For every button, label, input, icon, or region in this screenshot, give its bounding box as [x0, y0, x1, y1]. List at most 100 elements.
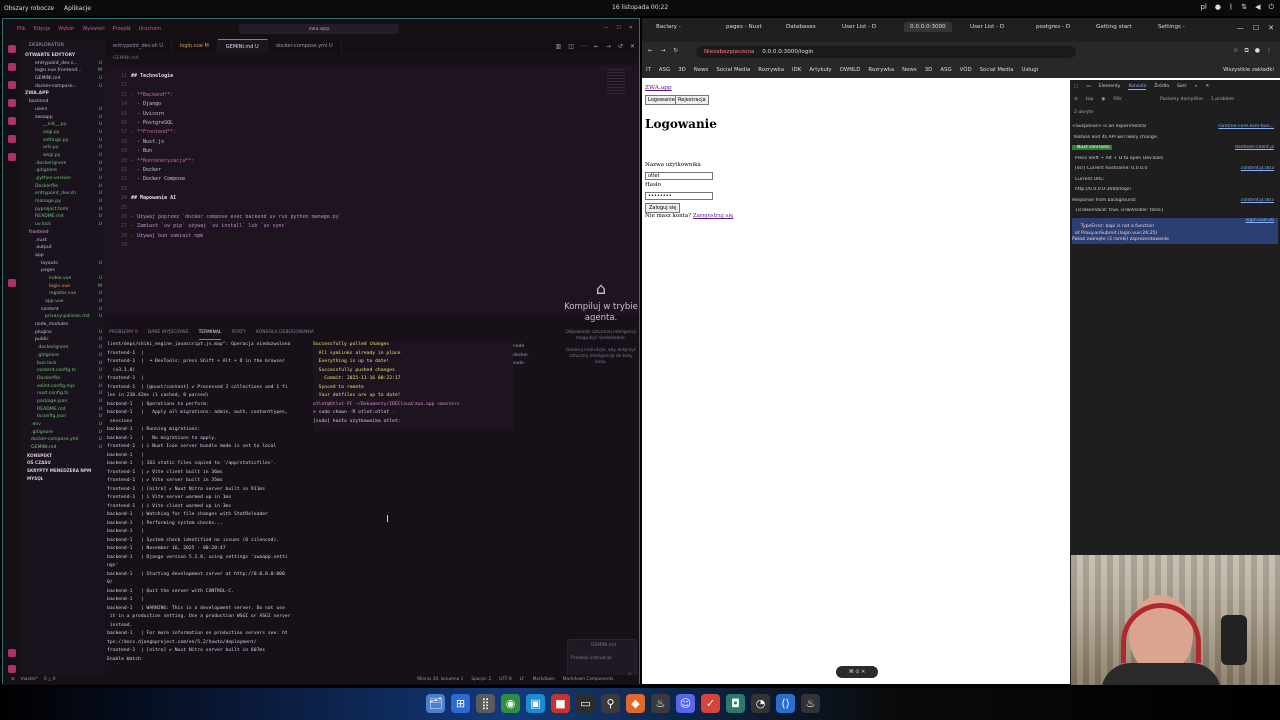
keyboard-layout-icon[interactable]: pl: [1200, 3, 1206, 12]
back-icon[interactable]: ←: [594, 43, 599, 50]
nav-register-button[interactable]: Rejestracja: [675, 95, 709, 105]
issues-count[interactable]: 1 problem: [1211, 97, 1234, 102]
todo-icon[interactable]: ✓: [701, 694, 720, 713]
code-editor[interactable]: 11 ## Technologie 12 13 - **Backend**: 14 - D…: [105, 65, 639, 315]
devtools-tab-console[interactable]: Konsola: [1128, 84, 1147, 90]
markdown-components[interactable]: Markdown Components: [563, 677, 614, 682]
browser-tab[interactable]: User List - D: [842, 24, 876, 30]
file-item[interactable]: Dockerfile U: [21, 375, 105, 383]
windows-icon[interactable]: ⊞: [451, 694, 470, 713]
forward-icon[interactable]: →: [606, 43, 611, 50]
chat-context-file[interactable]: GEMINI.md: [591, 643, 633, 648]
steam2-icon[interactable]: ♨: [801, 694, 820, 713]
forward-arrow-icon[interactable]: →: [661, 48, 666, 54]
bookmark-item[interactable]: OWNLD: [840, 67, 861, 73]
extension-icon[interactable]: ⧉: [1244, 47, 1248, 55]
terminal-icon[interactable]: ▭: [576, 694, 595, 713]
folder-item[interactable]: layouts U: [21, 260, 105, 268]
folder-item[interactable]: pages: [21, 267, 105, 275]
context-select[interactable]: top: [1086, 97, 1094, 102]
folder-icon[interactable]: ▣: [526, 694, 545, 713]
chrome-icon[interactable]: ◉: [501, 694, 520, 713]
code-line[interactable]: - **Frontend**:: [131, 129, 176, 135]
file-item[interactable]: content.config.ts U: [21, 367, 105, 375]
code-line[interactable]: - Nuxt.js: [131, 139, 164, 145]
console-message[interactable]: <Suspense> is an experimental runtime-cor…: [1072, 124, 1278, 130]
more-actions-icon[interactable]: ⋯: [581, 43, 587, 50]
copilot-instructions-link[interactable]: Generuj instrukcje, aby dołączyć sztuczn…: [563, 348, 639, 366]
clock[interactable]: 16 listopada 00:22: [612, 4, 668, 11]
menu-go[interactable]: Przejdź: [113, 26, 131, 32]
folder-item[interactable]: content U: [21, 306, 105, 314]
menu-dots-icon[interactable]: ⋮: [1266, 47, 1272, 55]
search-icon[interactable]: [8, 63, 16, 71]
menu-view[interactable]: Wyświetl: [82, 26, 104, 32]
bookmark-star-icon[interactable]: ☆: [1233, 47, 1238, 55]
open-editor-item[interactable]: login.vue frontend... M: [21, 67, 105, 75]
console-message[interactable]: [ssr] Current hostname: 0.0.0.0 content.j…: [1072, 166, 1278, 172]
account-icon[interactable]: [8, 649, 16, 657]
mic-icon[interactable]: ●: [1215, 3, 1221, 12]
file-item[interactable]: register.vue U: [21, 290, 105, 298]
terminal-item-sudo[interactable]: sudo: [513, 360, 563, 369]
file-item[interactable]: privacy-policies.md U: [21, 313, 105, 321]
browser-tab[interactable]: Getting start: [1096, 24, 1132, 30]
open-editors-section[interactable]: OTWARTE EDYTORY: [21, 52, 105, 60]
insecure-label[interactable]: Niezabezpieczona: [704, 49, 754, 55]
sidebar-section[interactable]: SKRYPTY MENEDŻERA NPM: [21, 467, 105, 475]
terminal-item-node[interactable]: node: [513, 343, 563, 352]
menu-file[interactable]: Plik: [17, 26, 26, 32]
file-item[interactable]: nuxt.config.ts U: [21, 390, 105, 398]
menu-selection[interactable]: Wybór: [58, 26, 74, 32]
file-item[interactable]: eslint.config.mjs U: [21, 383, 105, 391]
console-message[interactable]: Nuxt DevTools devtools-client.js: [1072, 145, 1278, 151]
file-item[interactable]: README.md U: [21, 406, 105, 414]
code-line[interactable]: - Bun: [131, 148, 152, 154]
folder-item[interactable]: app: [21, 252, 105, 260]
file-item[interactable]: .gitignore U: [21, 352, 105, 360]
bookmark-item[interactable]: Artykuły: [809, 67, 831, 73]
tab-terminal[interactable]: TERMINAL: [198, 330, 222, 340]
project-section[interactable]: ZWA.APP: [21, 90, 105, 98]
file-item[interactable]: .gitignore U: [21, 429, 105, 437]
folder-item[interactable]: zwaapp U: [21, 114, 105, 122]
devtools-tab-sources[interactable]: Źródła: [1154, 84, 1169, 90]
folder-item[interactable]: public U: [21, 336, 105, 344]
github-icon[interactable]: ◔: [751, 694, 770, 713]
bookmark-item[interactable]: News: [694, 67, 709, 73]
code-line[interactable]: - Zamiast `uv pip` używaj `uv install` l…: [131, 223, 288, 229]
login-submit-button[interactable]: Zaloguj się: [645, 203, 681, 213]
sidebar-section[interactable]: OŚ CZASU: [21, 459, 105, 467]
remote-icon[interactable]: [8, 279, 16, 287]
browser-tab[interactable]: Databases: [786, 24, 816, 30]
open-editor-item[interactable]: docker-compose... U: [21, 83, 105, 91]
devtools-tab-network[interactable]: Sieć: [1177, 84, 1187, 90]
database-icon[interactable]: [8, 153, 16, 161]
workspaces-button[interactable]: Obszary robocze: [4, 5, 54, 12]
devtools-close-icon[interactable]: ✕: [1205, 84, 1209, 90]
browser-maximize-icon[interactable]: ☐: [1253, 24, 1259, 32]
screen-share-pill[interactable]: ⌘ ⊙ ✕: [836, 666, 878, 678]
bookmark-item[interactable]: Social Media: [980, 67, 1014, 73]
bookmark-item[interactable]: ASG: [659, 67, 670, 73]
console-source-link[interactable]: devtools-client.js: [1235, 145, 1274, 151]
tab-problems[interactable]: PROBLEMY 9: [109, 330, 138, 340]
vscode-icon[interactable]: ⟨⟩: [776, 694, 795, 713]
settings-gear-icon[interactable]: [8, 665, 16, 673]
eol[interactable]: LF: [520, 677, 525, 682]
folder-item[interactable]: frontend: [21, 229, 105, 237]
menu-run[interactable]: Uruchom: [139, 26, 162, 32]
close-icon[interactable]: ✕: [629, 25, 633, 31]
code-line[interactable]: - **Backend**:: [131, 92, 173, 98]
bookmark-item[interactable]: Rozrywka: [868, 67, 894, 73]
bookmark-item[interactable]: IT: [646, 67, 651, 73]
back-arrow-icon[interactable]: ←: [648, 48, 653, 54]
bookmark-item[interactable]: 3D: [678, 67, 686, 73]
file-item[interactable]: __init__.py U: [21, 121, 105, 129]
folder-item[interactable]: users U: [21, 106, 105, 114]
source-control-icon[interactable]: [8, 81, 16, 89]
console-message[interactable]: http://0.0.0.0:3000/login: [1072, 187, 1278, 193]
clear-console-icon[interactable]: ⊘: [1074, 97, 1078, 102]
console-error-message[interactable]: TypeError: $api is not a function at Pro…: [1072, 218, 1278, 244]
cursor-position[interactable]: Wiersz 30, kolumna 1: [417, 677, 463, 682]
